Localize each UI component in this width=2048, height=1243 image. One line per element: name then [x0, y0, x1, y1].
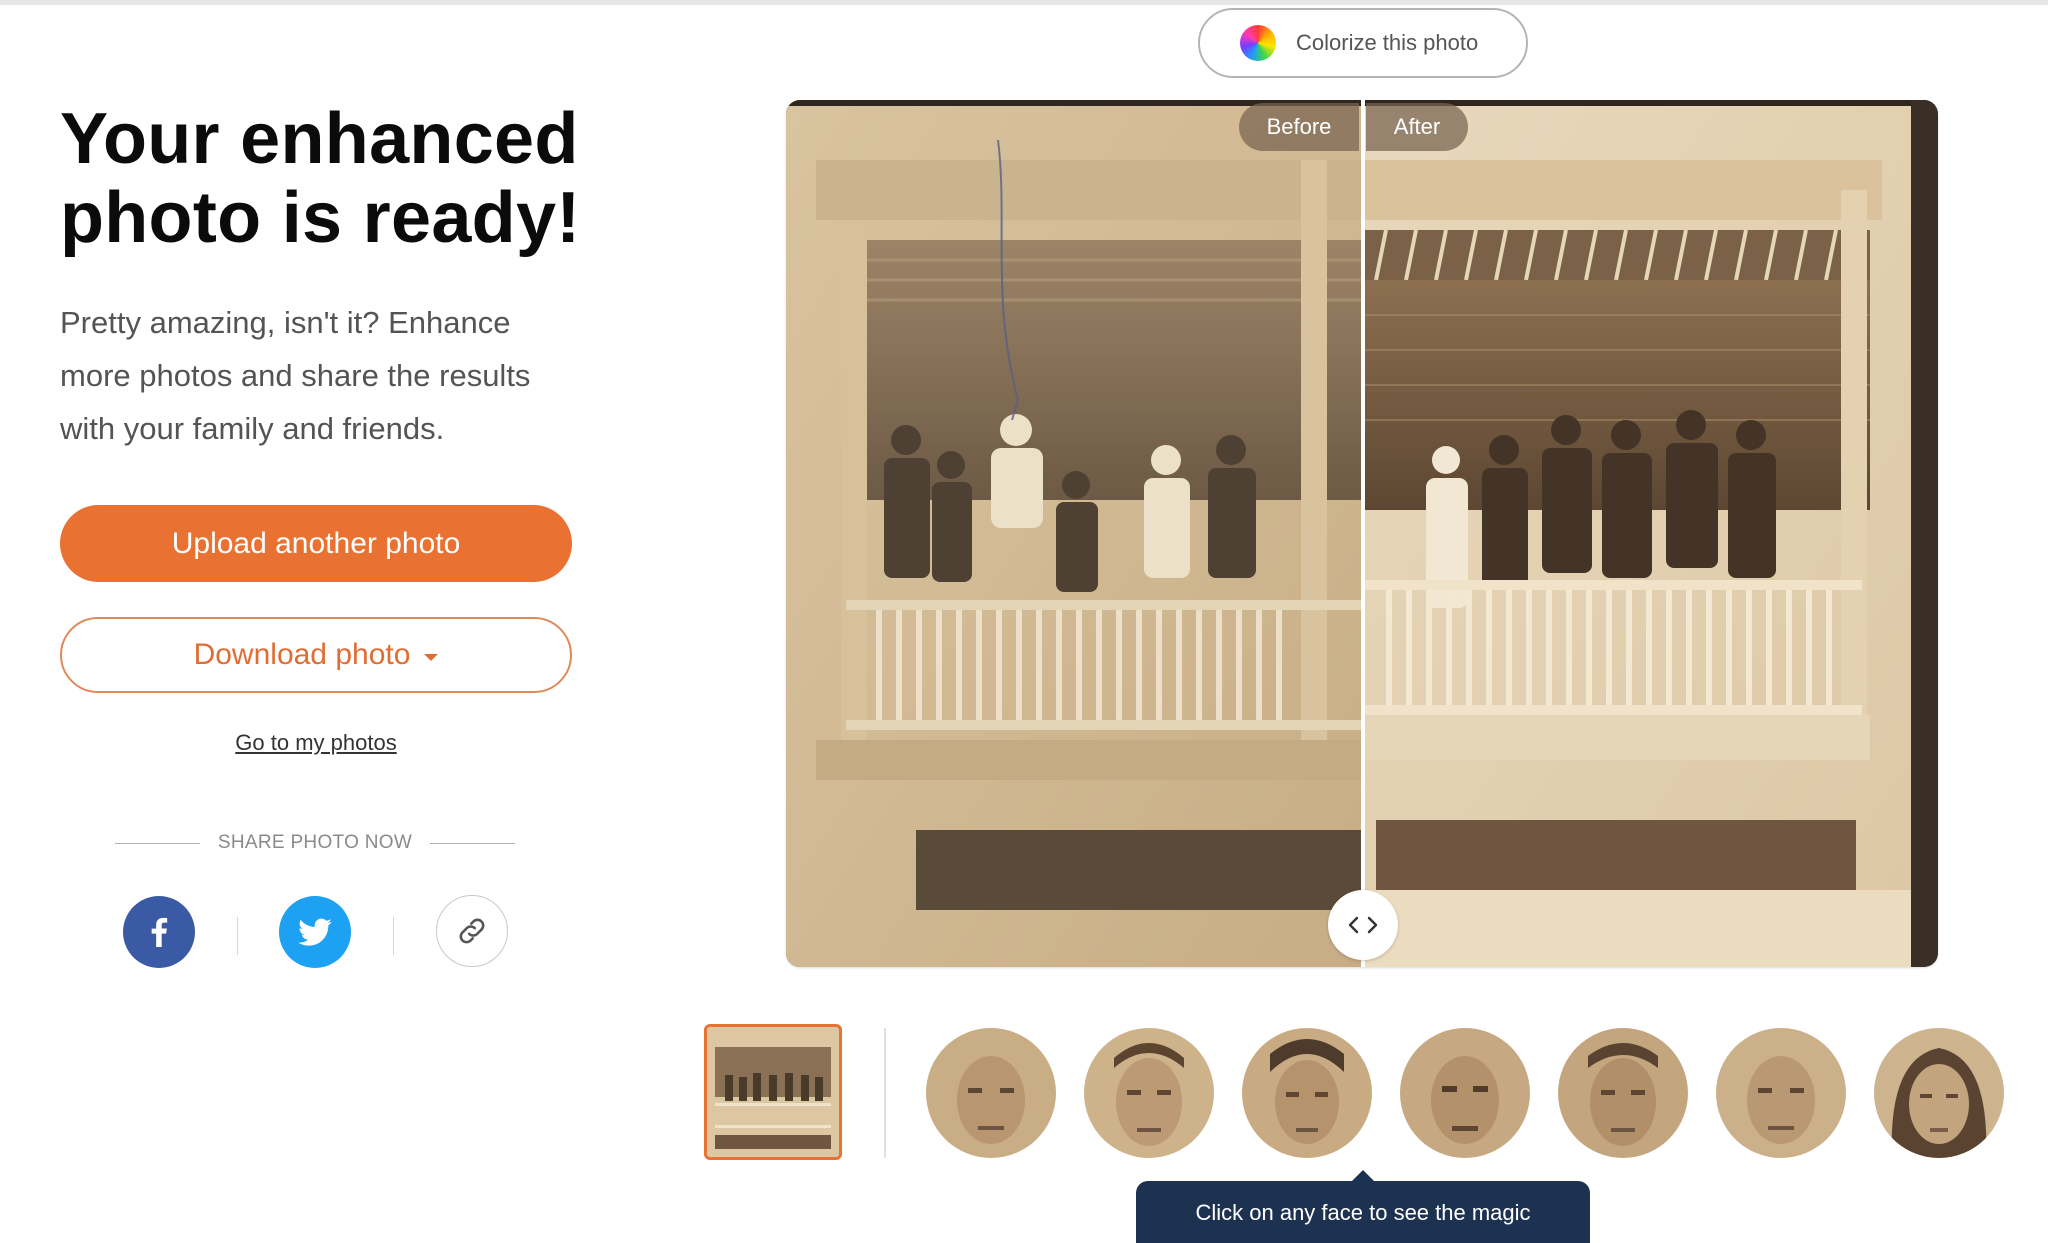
color-wheel-icon: [1240, 25, 1276, 61]
download-button-label: Download photo: [193, 638, 411, 671]
face-thumbnail[interactable]: [1716, 1028, 1846, 1158]
download-photo-button[interactable]: Download photo: [60, 617, 572, 693]
colorize-photo-button[interactable]: Colorize this photo: [1198, 8, 1528, 78]
twitter-share-button[interactable]: [279, 896, 351, 968]
subtitle-line-2: more photos and share the results: [60, 358, 531, 393]
face-thumbnail[interactable]: [1400, 1028, 1530, 1158]
faces-tooltip: Click on any face to see the magic: [1136, 1181, 1590, 1243]
share-separator: [237, 917, 238, 955]
upload-another-photo-button[interactable]: Upload another photo: [60, 505, 572, 582]
divider-left: [115, 842, 200, 844]
link-icon: [459, 918, 485, 944]
twitter-icon: [298, 918, 332, 946]
face-thumbnail[interactable]: [1558, 1028, 1688, 1158]
share-label: SHARE PHOTO NOW: [217, 832, 413, 853]
after-label: After: [1366, 103, 1468, 151]
colorize-label: Colorize this photo: [1296, 30, 1479, 55]
face-thumbnail[interactable]: [1874, 1028, 2004, 1158]
full-photo-thumbnail[interactable]: [704, 1024, 842, 1160]
share-section-header: SHARE PHOTO NOW: [115, 832, 516, 854]
copy-link-button[interactable]: [436, 895, 508, 967]
go-to-my-photos-link[interactable]: Go to my photos: [60, 730, 572, 756]
page-title: Your enhanced photo is ready!: [60, 100, 620, 258]
photo-thumbnail-image: [707, 1027, 839, 1157]
facebook-icon: [151, 917, 168, 947]
subtitle-line-3: with your family and friends.: [60, 411, 445, 446]
divider-right: [430, 842, 516, 844]
facebook-share-button[interactable]: [123, 896, 195, 968]
compare-slider-handle[interactable]: [1328, 890, 1398, 960]
share-separator: [393, 917, 394, 955]
caret-down-icon: [424, 653, 439, 661]
face-thumbnail[interactable]: [1242, 1028, 1372, 1158]
upload-button-label: Upload another photo: [171, 526, 461, 560]
before-label: Before: [1239, 103, 1359, 151]
tooltip-text: Click on any face to see the magic: [1195, 1200, 1531, 1225]
compare-divider[interactable]: [1361, 100, 1365, 967]
page-title-line-1: Your enhanced: [60, 99, 579, 179]
face-thumbnail[interactable]: [1084, 1028, 1214, 1158]
top-border: [0, 0, 2048, 5]
chevrons-left-right-icon: [1348, 916, 1378, 934]
face-thumbnail[interactable]: [926, 1028, 1056, 1158]
subtitle-line-1: Pretty amazing, isn't it? Enhance: [60, 305, 511, 340]
tooltip-arrow: [1352, 1170, 1374, 1181]
page-title-line-2: photo is ready!: [60, 178, 581, 258]
subtitle: Pretty amazing, isn't it? Enhance more p…: [60, 296, 600, 455]
thumbnail-separator: [884, 1028, 886, 1158]
